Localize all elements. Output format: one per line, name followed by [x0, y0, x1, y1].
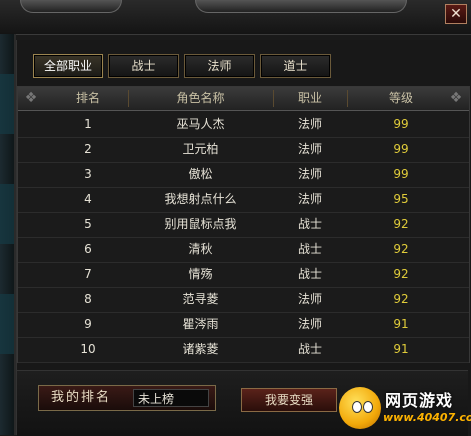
level-cell: 92	[393, 292, 409, 306]
side-band	[0, 74, 14, 134]
my-rank-label: 我的排名	[51, 390, 112, 405]
class-cell: 法师	[297, 117, 322, 131]
left-side-strip	[0, 34, 16, 435]
level-cell: 99	[393, 167, 409, 181]
become-stronger-button[interactable]: 我要变强	[241, 388, 337, 412]
class-tabs: 全部职业 战士 法师 道士	[33, 54, 331, 78]
name-cell: 我想射点什么	[164, 192, 237, 206]
rank-cell: 5	[84, 217, 92, 231]
watermark-logo: 网页游戏 www.40407.com	[337, 385, 471, 435]
header-level: 等级	[388, 91, 413, 105]
name-cell: 清秋	[188, 242, 213, 256]
dragon-ornament-icon: ❖	[24, 90, 38, 106]
class-cell: 战士	[297, 242, 322, 256]
class-cell: 战士	[297, 342, 322, 356]
rank-cell: 7	[84, 267, 92, 281]
rank-cell: 1	[84, 117, 92, 131]
rank-cell: 6	[84, 242, 92, 256]
table-row[interactable]: 5 别用鼠标点我 战士 92	[18, 212, 469, 238]
header-rank: 排名	[75, 91, 100, 105]
watermark-url: www.40407.com	[383, 411, 471, 424]
rank-cell: 10	[80, 342, 96, 356]
rank-cell: 4	[84, 192, 92, 206]
tab-all-classes[interactable]: 全部职业	[33, 54, 103, 78]
name-cell: 瞿涔雨	[182, 317, 219, 331]
table-header: ❖ ❖ 排名 角色名称 职业 等级	[18, 87, 469, 111]
table-row[interactable]: 10 诸紫菱 战士 91	[18, 337, 469, 363]
level-cell: 92	[393, 267, 409, 281]
ranking-panel: 全部职业 战士 法师 道士 ❖ ❖ 排名 角色名称 职业 等级 1 巫马人杰 法…	[16, 40, 471, 436]
name-cell: 情殇	[188, 267, 213, 281]
name-cell: 傲松	[188, 167, 213, 181]
level-cell: 99	[393, 142, 409, 156]
close-button[interactable]: ✕	[445, 4, 467, 24]
class-cell: 战士	[297, 217, 322, 231]
level-cell: 91	[393, 317, 409, 331]
mascot-eye	[352, 401, 362, 413]
table-row[interactable]: 3 傲松 法师 99	[18, 162, 469, 188]
my-rank-box: 我的排名 未上榜	[38, 385, 216, 411]
table-row[interactable]: 6 清秋 战士 92	[18, 237, 469, 263]
rank-cell: 9	[84, 317, 92, 331]
rank-cell: 8	[84, 292, 92, 306]
class-cell: 战士	[297, 267, 322, 281]
rank-cell: 2	[84, 142, 92, 156]
name-cell: 卫元柏	[182, 142, 219, 156]
side-band	[0, 184, 14, 244]
table-row[interactable]: 4 我想射点什么 法师 95	[18, 187, 469, 213]
class-cell: 法师	[297, 142, 322, 156]
tab-taoist[interactable]: 道士	[260, 54, 331, 78]
title-ornament-right	[195, 0, 407, 13]
side-band	[0, 294, 14, 354]
title-ornament-left	[20, 0, 122, 13]
tab-warrior[interactable]: 战士	[108, 54, 179, 78]
window-title-bar: ✕	[0, 0, 471, 35]
class-cell: 法师	[297, 192, 322, 206]
class-cell: 法师	[297, 317, 322, 331]
header-class: 职业	[297, 91, 322, 105]
table-row[interactable]: 2 卫元柏 法师 99	[18, 137, 469, 163]
name-cell: 巫马人杰	[176, 117, 225, 131]
name-cell: 别用鼠标点我	[164, 217, 237, 231]
table-row[interactable]: 9 瞿涔雨 法师 91	[18, 312, 469, 338]
mascot-icon	[339, 387, 381, 429]
table-row[interactable]: 7 情殇 战士 92	[18, 262, 469, 288]
table-row[interactable]: 8 范寻菱 法师 92	[18, 287, 469, 313]
bottom-bar: 我的排名 未上榜 我要变强 网页游戏 www.40407.com	[17, 370, 471, 436]
level-cell: 99	[393, 117, 409, 131]
mascot-eye	[363, 401, 373, 413]
class-cell: 法师	[297, 292, 322, 306]
level-cell: 91	[393, 342, 409, 356]
my-rank-value: 未上榜	[133, 389, 209, 407]
header-name: 角色名称	[176, 91, 225, 105]
level-cell: 92	[393, 217, 409, 231]
name-cell: 范寻菱	[182, 292, 219, 306]
level-cell: 92	[393, 242, 409, 256]
watermark-title: 网页游戏	[385, 391, 454, 410]
rank-cell: 3	[84, 167, 92, 181]
class-cell: 法师	[297, 167, 322, 181]
ranking-table: ❖ ❖ 排名 角色名称 职业 等级 1 巫马人杰 法师 99 2 卫元柏 法师 …	[17, 86, 470, 363]
level-cell: 95	[393, 192, 409, 206]
name-cell: 诸紫菱	[182, 342, 219, 356]
table-row[interactable]: 1 巫马人杰 法师 99	[18, 112, 469, 138]
tab-mage[interactable]: 法师	[184, 54, 255, 78]
